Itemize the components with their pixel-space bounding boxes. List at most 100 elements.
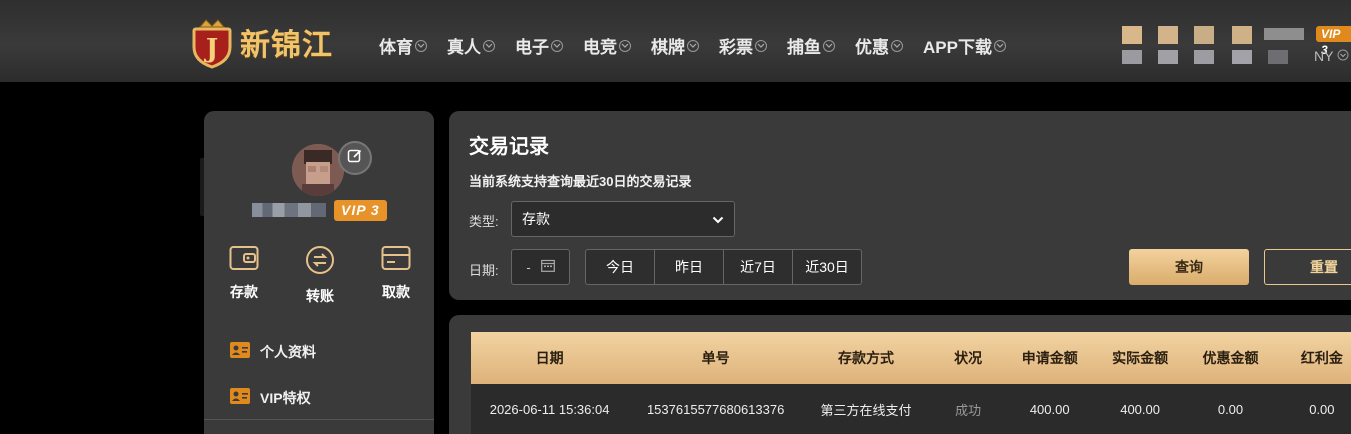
nav-label: APP下载 xyxy=(923,38,992,57)
card-icon xyxy=(381,245,411,276)
redaction-pixel xyxy=(1268,50,1288,64)
logo-crest-icon: J xyxy=(190,17,234,69)
column-header: 实际金额 xyxy=(1112,350,1169,366)
nav-item-promotions[interactable]: 优惠 xyxy=(855,33,903,58)
nav-label: 棋牌 xyxy=(651,38,685,57)
chevron-down-icon xyxy=(551,39,563,52)
range-yesterday-button[interactable]: 昨日 xyxy=(654,249,724,285)
redaction-pixel xyxy=(1158,26,1178,44)
wallet-icon xyxy=(229,245,259,276)
sidebar-divider xyxy=(204,419,434,420)
main-nav: 体育 真人 电子 电竞 棋牌 彩票 捕鱼 优惠 APP下载 xyxy=(379,33,1026,58)
quick-range-group: 今日 昨日 近7日 近30日 xyxy=(585,249,862,285)
redaction-pixel xyxy=(1122,50,1142,64)
edit-icon xyxy=(347,148,363,169)
chevron-down-icon xyxy=(415,39,427,52)
type-label: 类型: xyxy=(469,214,499,229)
transfer-button[interactable]: 转账 xyxy=(296,245,344,306)
nav-item-live[interactable]: 真人 xyxy=(447,33,495,58)
chevron-down-icon xyxy=(993,39,1006,52)
chevron-down-icon xyxy=(823,39,835,52)
nav-label: 体育 xyxy=(379,38,413,57)
column-header: 申请金额 xyxy=(1021,350,1078,366)
nav-item-esports[interactable]: 电竞 xyxy=(583,33,631,58)
header-currency[interactable]: NY xyxy=(1314,48,1349,64)
date-range-input[interactable]: - xyxy=(511,249,570,285)
nav-label: 捕鱼 xyxy=(787,38,821,57)
redaction-pixel xyxy=(1122,26,1142,44)
chevron-down-icon xyxy=(619,39,631,52)
calendar-icon xyxy=(540,259,555,275)
header-balance-redacted[interactable] xyxy=(1088,14,1314,90)
username-redacted xyxy=(252,203,326,217)
nav-item-cards[interactable]: 棋牌 xyxy=(651,33,699,58)
column-header: 状况 xyxy=(954,350,983,366)
menu-item-profile[interactable]: 个人资料 xyxy=(230,329,316,375)
redaction-pixel xyxy=(1232,26,1252,44)
redaction-pixel xyxy=(1194,50,1214,64)
wallet-actions: 存款 转账 取款 xyxy=(220,245,420,306)
nav-label: 彩票 xyxy=(719,38,753,57)
withdraw-label: 取款 xyxy=(382,284,410,300)
reset-button[interactable]: 重置 xyxy=(1264,249,1351,285)
menu-item-vip[interactable]: VIP特权 xyxy=(230,375,316,421)
range-7days-button[interactable]: 近7日 xyxy=(723,249,793,285)
vip-level-badge: VIP 3 xyxy=(334,200,387,221)
table-header: 日期 单号 存款方式 状况 申请金额 实际金额 优惠金额 红利金 xyxy=(471,332,1351,384)
redaction-pixel xyxy=(1264,28,1304,40)
cell-requested-amount: 400.00 xyxy=(1029,401,1070,417)
nav-item-lottery[interactable]: 彩票 xyxy=(719,33,767,58)
nav-label: 电子 xyxy=(515,38,549,57)
cell-deposit-method: 第三方在线支付 xyxy=(820,402,912,418)
id-card-icon xyxy=(230,387,250,409)
cell-status: 成功 xyxy=(955,402,982,418)
redaction-pixel xyxy=(1158,50,1178,64)
type-select[interactable]: 存款 xyxy=(511,201,735,237)
date-range-separator: - xyxy=(526,259,531,275)
brand-name: 新锦江 xyxy=(240,28,333,63)
nav-item-fishing[interactable]: 捕鱼 xyxy=(787,33,835,58)
menu-item-label: VIP特权 xyxy=(260,390,311,406)
nav-label: 真人 xyxy=(447,38,481,57)
records-filter-panel: 交易记录 当前系统支持查询最近30日的交易记录 类型: 存款 日期: - 今日 … xyxy=(449,111,1351,300)
menu-item-label: 个人资料 xyxy=(260,344,316,360)
range-30days-button[interactable]: 近30日 xyxy=(792,249,862,285)
cell-actual-amount: 400.00 xyxy=(1120,401,1160,417)
header-vip-badge: VIP 3 xyxy=(1316,26,1351,57)
transfer-icon xyxy=(305,245,335,280)
type-select-value: 存款 xyxy=(522,211,550,227)
id-card-icon xyxy=(230,341,250,363)
brand-logo[interactable]: J 新锦江 xyxy=(190,14,333,70)
page-title: 交易记录 xyxy=(469,136,549,158)
column-header: 单号 xyxy=(701,350,730,366)
nav-item-sports[interactable]: 体育 xyxy=(379,33,427,58)
nav-label: 优惠 xyxy=(855,38,889,57)
redaction-pixel xyxy=(1232,50,1252,64)
avatar[interactable] xyxy=(292,144,344,196)
cell-order-number: 1537615577680613376 xyxy=(646,401,785,417)
chevron-down-icon xyxy=(755,39,767,52)
range-today-button[interactable]: 今日 xyxy=(585,249,655,285)
deposit-button[interactable]: 存款 xyxy=(220,245,268,306)
chevron-down-icon xyxy=(1337,48,1349,64)
withdraw-button[interactable]: 取款 xyxy=(372,245,420,306)
table-row[interactable]: 2026-06-11 15:36:04 1537615577680613376 … xyxy=(471,384,1351,434)
deposit-label: 存款 xyxy=(230,284,258,300)
chevron-down-icon xyxy=(712,211,724,227)
records-table-panel: 日期 单号 存款方式 状况 申请金额 实际金额 优惠金额 红利金 2026-06… xyxy=(449,315,1351,434)
cell-discount-amount: 0.00 xyxy=(1217,401,1244,417)
transfer-label: 转账 xyxy=(306,288,334,304)
nav-label: 电竞 xyxy=(583,38,617,57)
column-header: 存款方式 xyxy=(837,350,894,366)
column-header: 优惠金额 xyxy=(1202,350,1259,366)
edit-profile-button[interactable] xyxy=(338,141,372,175)
query-button[interactable]: 查询 xyxy=(1129,249,1249,285)
logo-letter: J xyxy=(204,34,218,64)
nav-item-app-download[interactable]: APP下载 xyxy=(923,33,1006,58)
cell-bonus-amount: 0.00 xyxy=(1309,401,1335,417)
page-subtitle: 当前系统支持查询最近30日的交易记录 xyxy=(469,174,692,189)
cell-date: 2026-06-11 15:36:04 xyxy=(489,401,610,417)
nav-item-slots[interactable]: 电子 xyxy=(515,33,563,58)
date-label: 日期: xyxy=(469,263,499,278)
column-header: 日期 xyxy=(535,350,564,366)
